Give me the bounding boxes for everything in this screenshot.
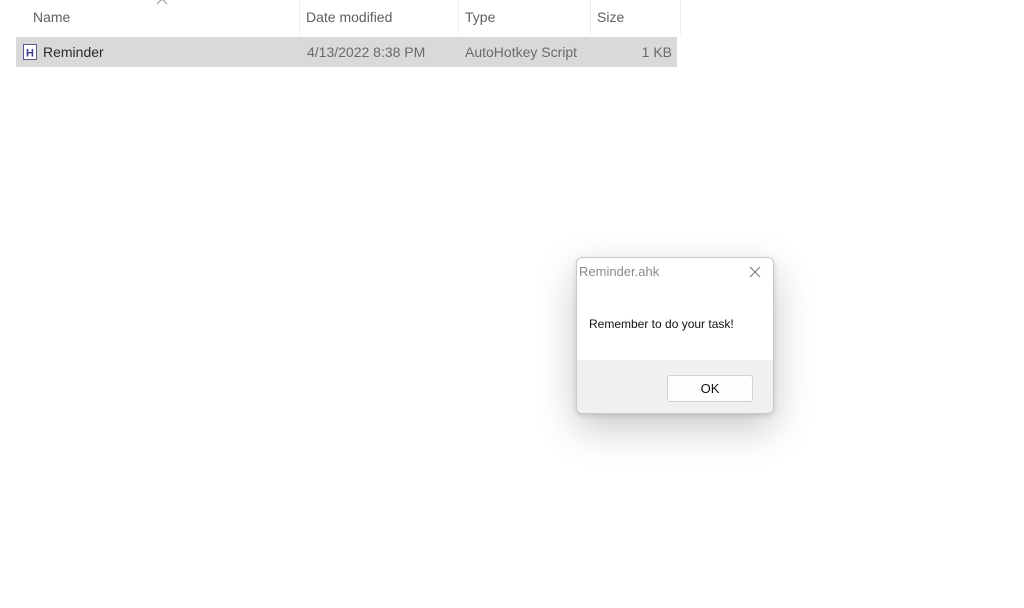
column-header-name[interactable]: Name bbox=[16, 0, 300, 34]
chevron-up-icon bbox=[156, 0, 168, 5]
file-row-reminder[interactable]: H Reminder 4/13/2022 8:38 PM AutoHotkey … bbox=[16, 37, 677, 67]
column-header-type-label: Type bbox=[465, 9, 496, 25]
file-size: 1 KB bbox=[641, 44, 672, 60]
column-header-date-label: Date modified bbox=[306, 9, 393, 25]
message-box-dialog: Reminder.ahk Remember to do your task! O… bbox=[576, 257, 774, 414]
file-date-modified: 4/13/2022 8:38 PM bbox=[307, 44, 426, 60]
close-icon bbox=[749, 266, 761, 278]
file-name: Reminder bbox=[43, 44, 104, 60]
ok-button[interactable]: OK bbox=[667, 375, 753, 402]
column-header-bar: Name Date modified Type Size bbox=[16, 0, 681, 34]
file-type: AutoHotkey Script bbox=[465, 44, 578, 60]
column-header-size[interactable]: Size bbox=[591, 0, 681, 34]
column-header-type[interactable]: Type bbox=[459, 0, 591, 34]
svg-text:H: H bbox=[26, 48, 34, 60]
dialog-footer: OK bbox=[577, 360, 773, 413]
column-header-name-label: Name bbox=[33, 9, 71, 25]
dialog-message: Remember to do your task! bbox=[589, 317, 734, 331]
column-header-size-label: Size bbox=[597, 9, 625, 25]
dialog-title: Reminder.ahk bbox=[579, 264, 660, 279]
ahk-file-icon: H bbox=[23, 44, 37, 60]
column-header-date-modified[interactable]: Date modified bbox=[300, 0, 459, 34]
file-explorer: Name Date modified Type Size H Reminder … bbox=[0, 0, 1024, 608]
file-name-cell: H Reminder bbox=[16, 43, 300, 61]
close-button[interactable] bbox=[747, 264, 763, 280]
